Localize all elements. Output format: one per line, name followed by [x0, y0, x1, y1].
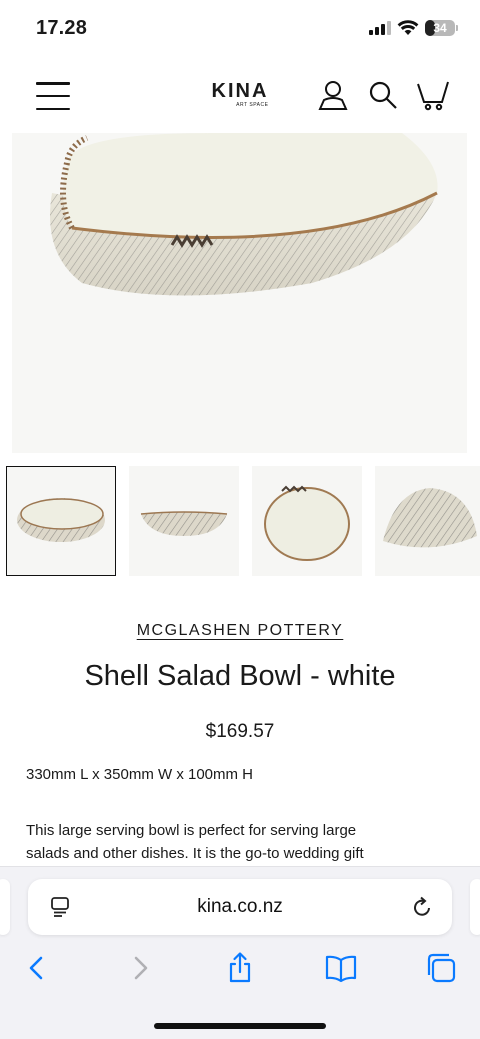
share-icon[interactable] — [223, 951, 257, 985]
product-brand-link[interactable]: MCGLASHEN POTTERY — [0, 622, 480, 640]
thumbnail-bowl-image — [140, 511, 228, 536]
cellular-signal-icon — [369, 21, 391, 35]
menu-icon-bar — [36, 82, 70, 85]
search-icon[interactable] — [366, 78, 400, 112]
cart-icon[interactable] — [416, 78, 450, 112]
back-icon[interactable] — [20, 951, 54, 985]
product-price: $169.57 — [205, 721, 275, 742]
thumbnail-bowl-image — [17, 498, 105, 542]
menu-icon-bar — [36, 94, 70, 98]
logo-main-text: KINA — [211, 80, 269, 102]
thumbnail-bowl-image — [264, 485, 350, 561]
status-bar: 17.28 34 — [0, 0, 480, 60]
tabs-icon[interactable] — [424, 951, 458, 985]
battery-level-text: 34 — [433, 21, 447, 35]
status-icons: 34 — [369, 20, 458, 36]
home-indicator — [154, 1023, 326, 1029]
description-line: This large serving bowl is perfect for s… — [26, 822, 357, 839]
thumbnail-2[interactable] — [129, 466, 239, 576]
header-actions — [316, 78, 450, 112]
previous-tab-peek[interactable] — [0, 879, 10, 935]
thumbnail-strip — [6, 466, 480, 577]
battery-icon: 34 — [425, 20, 455, 36]
reload-icon[interactable] — [410, 895, 434, 919]
next-tab-peek[interactable] — [470, 879, 480, 935]
browser-nav-row — [0, 947, 480, 991]
wifi-icon — [397, 20, 419, 35]
forward-icon[interactable] — [123, 951, 157, 985]
thumbnail-3[interactable] — [252, 466, 362, 576]
product-main-image[interactable] — [12, 133, 467, 453]
thumbnail-4[interactable] — [375, 466, 480, 576]
thumbnail-bowl-image — [383, 488, 477, 548]
product-title: Shell Salad Bowl - white — [84, 660, 396, 692]
browser-toolbar: kina.co.nz — [0, 866, 480, 1039]
description-line: salads and other dishes. It is the go-to… — [26, 845, 364, 863]
url-text: kina.co.nz — [197, 896, 283, 917]
page-menu-icon[interactable] — [48, 895, 72, 919]
site-logo[interactable]: KINA ART SPACE — [212, 80, 269, 108]
address-bar[interactable]: kina.co.nz — [28, 879, 452, 935]
product-dimensions: 330mm L x 350mm W x 100mm H — [26, 766, 253, 783]
menu-button[interactable] — [36, 82, 70, 110]
menu-icon-bar — [36, 107, 70, 110]
bookmarks-icon[interactable] — [324, 951, 358, 985]
thumbnail-1[interactable] — [6, 466, 116, 576]
account-icon[interactable] — [316, 78, 350, 112]
product-description: This large serving bowl is perfect for s… — [26, 819, 456, 866]
status-time: 17.28 — [36, 17, 88, 39]
site-header: KINA ART SPACE — [0, 60, 480, 132]
bowl-image — [12, 133, 467, 453]
